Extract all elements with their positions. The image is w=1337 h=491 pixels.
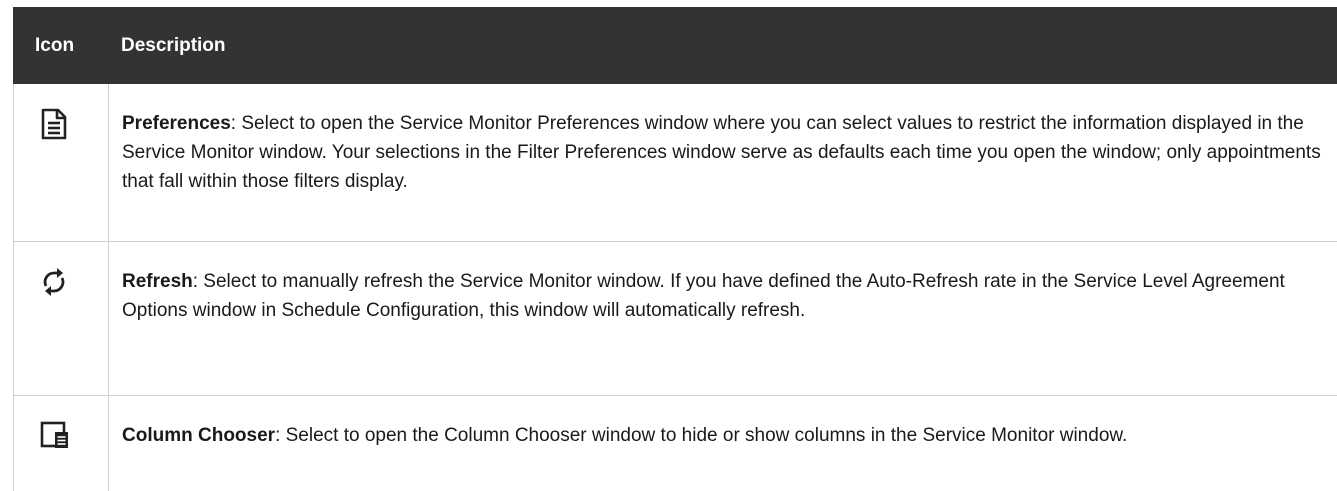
icon-cell — [14, 242, 109, 395]
icon-description-table: Icon Description Preferences: Select to … — [13, 7, 1337, 491]
description-cell: Preferences: Select to open the Service … — [109, 84, 1337, 241]
document-icon — [40, 108, 108, 140]
icon-cell — [14, 84, 109, 241]
table-row: Preferences: Select to open the Service … — [13, 84, 1337, 242]
table-row: Refresh: Select to manually refresh the … — [13, 242, 1337, 396]
row-title: Preferences — [122, 113, 231, 134]
row-text: : Select to open the Column Chooser wind… — [275, 425, 1128, 446]
row-text: : Select to manually refresh the Service… — [122, 271, 1285, 321]
row-title: Refresh — [122, 271, 193, 292]
table-row: Column Chooser: Select to open the Colum… — [13, 396, 1337, 491]
description-cell: Column Chooser: Select to open the Colum… — [109, 396, 1337, 491]
header-icon-column: Icon — [35, 34, 75, 56]
row-title: Column Chooser — [122, 425, 276, 446]
header-description-column: Description — [121, 34, 226, 56]
table-header: Icon Description — [13, 7, 1337, 84]
refresh-icon — [40, 266, 108, 298]
row-text: : Select to open the Service Monitor Pre… — [122, 113, 1321, 192]
description-cell: Refresh: Select to manually refresh the … — [109, 242, 1337, 395]
column-chooser-icon — [40, 420, 108, 450]
icon-cell — [14, 396, 109, 491]
